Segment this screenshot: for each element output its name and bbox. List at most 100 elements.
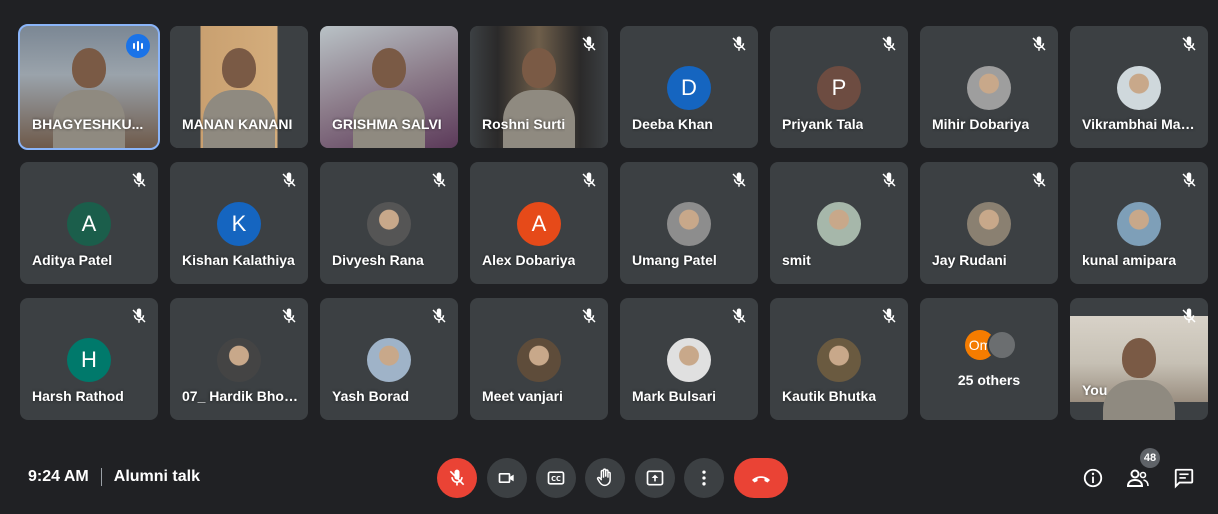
participant-name: Harsh Rathod bbox=[32, 388, 124, 404]
mic-off-icon bbox=[280, 307, 298, 325]
participant-name: Meet vanjari bbox=[482, 388, 563, 404]
avatar: A bbox=[67, 202, 111, 246]
participant-tile[interactable]: BHAGYESHKU... bbox=[18, 24, 160, 150]
people-button[interactable] bbox=[1126, 466, 1150, 490]
participant-tile[interactable]: Mihir Dobariya bbox=[920, 26, 1058, 148]
participant-name: Mark Bulsari bbox=[632, 388, 717, 404]
end-call-icon bbox=[752, 476, 770, 483]
mic-off-icon bbox=[1180, 171, 1198, 189]
participant-name: Alex Dobariya bbox=[482, 252, 576, 268]
participant-name: MANAN KANANI bbox=[182, 116, 293, 132]
chat-button[interactable] bbox=[1172, 466, 1196, 490]
participant-tile[interactable]: Divyesh Rana bbox=[320, 162, 458, 284]
camera-icon bbox=[498, 473, 514, 483]
present-icon bbox=[646, 470, 664, 486]
mic-off-icon bbox=[880, 307, 898, 325]
end-call-button[interactable] bbox=[734, 458, 788, 498]
bottom-toolbar: 9:24 AM Alumni talk CC 48 bbox=[0, 438, 1218, 514]
participant-tile[interactable]: D Deeba Khan bbox=[620, 26, 758, 148]
participant-tile[interactable]: Jay Rudani bbox=[920, 162, 1058, 284]
divider bbox=[100, 468, 102, 486]
people-icon bbox=[1126, 469, 1149, 487]
raise-hand-icon bbox=[596, 468, 611, 487]
participant-tile[interactable]: A Alex Dobariya bbox=[470, 162, 608, 284]
more-options-icon bbox=[702, 470, 706, 486]
avatar-photo bbox=[817, 338, 861, 382]
avatar-photo bbox=[967, 66, 1011, 110]
avatar-photo bbox=[517, 338, 561, 382]
participant-tile[interactable]: Roshni Surti bbox=[470, 26, 608, 148]
present-button[interactable] bbox=[635, 458, 675, 498]
mic-off-icon bbox=[280, 171, 298, 189]
mic-off-icon bbox=[1180, 307, 1198, 325]
participant-tile[interactable]: Yash Borad bbox=[320, 298, 458, 420]
person-silhouette bbox=[72, 48, 106, 88]
person-silhouette bbox=[222, 48, 256, 88]
participant-tile[interactable]: Kautik Bhutka bbox=[770, 298, 908, 420]
mic-off-icon bbox=[730, 307, 748, 325]
participant-tile[interactable]: Mark Bulsari bbox=[620, 298, 758, 420]
meeting-info-button[interactable] bbox=[1081, 466, 1105, 490]
camera-toggle-button[interactable] bbox=[487, 458, 527, 498]
participant-grid: BHAGYESHKU... MANAN KANANI GRISHMA SALVI Ro… bbox=[18, 24, 1208, 426]
mic-off-icon bbox=[580, 35, 598, 53]
captions-button[interactable]: CC bbox=[536, 458, 576, 498]
raise-hand-button[interactable] bbox=[585, 458, 625, 498]
info-icon bbox=[1083, 468, 1103, 488]
avatar: K bbox=[217, 202, 261, 246]
participant-tile[interactable]: P Priyank Tala bbox=[770, 26, 908, 148]
participant-tile[interactable]: GRISHMA SALVI bbox=[320, 26, 458, 148]
person-silhouette bbox=[1122, 338, 1156, 378]
avatar-photo bbox=[667, 338, 711, 382]
participant-name: Umang Patel bbox=[632, 252, 717, 268]
participant-name: You bbox=[1082, 382, 1108, 398]
mic-toggle-button[interactable] bbox=[437, 458, 477, 498]
others-avatars: Om bbox=[965, 330, 1025, 362]
participant-tile[interactable]: smit bbox=[770, 162, 908, 284]
participant-tile[interactable]: Om 25 others bbox=[920, 298, 1058, 420]
avatar-photo bbox=[817, 202, 861, 246]
participant-tile[interactable]: kunal amipara bbox=[1070, 162, 1208, 284]
mic-off-icon bbox=[449, 469, 465, 486]
participant-tile[interactable]: Vikrambhai Mak... bbox=[1070, 26, 1208, 148]
participant-tile[interactable]: H Harsh Rathod bbox=[20, 298, 158, 420]
person-silhouette bbox=[522, 48, 556, 88]
avatar-photo bbox=[1117, 202, 1161, 246]
meeting-title: Alumni talk bbox=[113, 468, 200, 485]
svg-text:CC: CC bbox=[551, 475, 561, 483]
participant-tile[interactable]: A Aditya Patel bbox=[20, 162, 158, 284]
participant-name: Kautik Bhutka bbox=[782, 388, 877, 404]
mic-off-icon bbox=[580, 307, 598, 325]
participant-name: Jay Rudani bbox=[932, 252, 1007, 268]
participant-tile[interactable]: Meet vanjari bbox=[470, 298, 608, 420]
avatar-photo bbox=[967, 202, 1011, 246]
more-options-button[interactable] bbox=[684, 458, 724, 498]
mic-off-icon bbox=[1030, 171, 1048, 189]
participant-name: Priyank Tala bbox=[782, 116, 864, 132]
mic-off-icon bbox=[130, 307, 148, 325]
participant-tile[interactable]: MANAN KANANI bbox=[170, 26, 308, 148]
avatar: D bbox=[667, 66, 711, 110]
speaking-indicator-icon bbox=[126, 34, 150, 58]
participant-tile[interactable]: K Kishan Kalathiya bbox=[170, 162, 308, 284]
participant-name: Roshni Surti bbox=[482, 116, 566, 132]
mic-off-icon bbox=[730, 35, 748, 53]
avatar-photo bbox=[367, 338, 411, 382]
person-silhouette bbox=[372, 48, 406, 88]
participant-name: Aditya Patel bbox=[32, 252, 113, 268]
mic-off-icon bbox=[880, 171, 898, 189]
participant-tile[interactable]: You bbox=[1070, 298, 1208, 420]
mic-off-icon bbox=[130, 171, 148, 189]
participant-name: kunal amipara bbox=[1082, 252, 1177, 268]
participant-name: BHAGYESHKU... bbox=[32, 116, 144, 132]
others-count-label: 25 others bbox=[957, 372, 1021, 388]
avatar-photo bbox=[987, 330, 1017, 360]
avatar-photo bbox=[367, 202, 411, 246]
mic-off-icon bbox=[1030, 35, 1048, 53]
avatar-photo bbox=[217, 338, 261, 382]
clock-time: 9:24 AM bbox=[28, 468, 89, 485]
participant-tile[interactable]: 07_ Hardik Bhor... bbox=[170, 298, 308, 420]
participant-name: Divyesh Rana bbox=[332, 252, 424, 268]
mic-off-icon bbox=[430, 307, 448, 325]
participant-tile[interactable]: Umang Patel bbox=[620, 162, 758, 284]
